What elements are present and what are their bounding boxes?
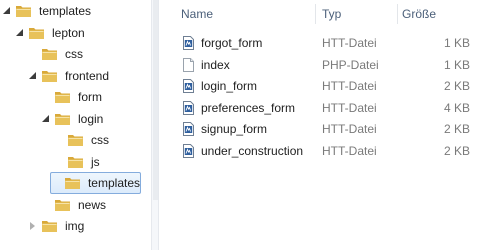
folder-icon — [55, 113, 70, 125]
file-size: 4 KB — [443, 100, 470, 115]
folder-icon — [68, 156, 83, 168]
tree-item-label: login — [78, 111, 104, 126]
column-name[interactable]: Name — [176, 0, 213, 28]
file-type: HTT-Datei — [322, 79, 377, 93]
column-divider[interactable] — [315, 4, 316, 24]
file-row[interactable]: preferences_form HTT-Datei 4 KB — [160, 97, 500, 119]
pane-splitter[interactable] — [151, 0, 159, 250]
folder-icon — [64, 178, 80, 189]
folder-tree: templates lepton css frontend form login css js… — [0, 0, 150, 250]
tree-item-js[interactable]: js — [54, 151, 100, 173]
tree-item-label: form — [78, 90, 102, 104]
folder-icon — [16, 6, 31, 17]
folder-icon — [55, 199, 70, 211]
folder-icon — [42, 221, 57, 232]
file-size: 2 KB — [443, 143, 470, 158]
tree-scrollbar-thumb[interactable] — [153, 0, 158, 200]
php-file-icon — [183, 57, 194, 72]
file-size: 2 KB — [443, 79, 470, 93]
tree-item-label: lepton — [52, 25, 85, 40]
file-name: under_construction — [201, 143, 304, 158]
htt-file-icon — [183, 36, 194, 50]
tree-item-label: img — [65, 219, 85, 233]
tree-item-label: news — [78, 197, 107, 212]
file-row[interactable]: login_form HTT-Datei 2 KB — [160, 75, 500, 97]
tree-item-css[interactable]: css — [28, 43, 83, 65]
folder-icon — [55, 92, 70, 103]
expanded-arrow-icon[interactable] — [41, 114, 51, 124]
file-name: index — [201, 57, 230, 72]
file-row[interactable]: under_construction HTT-Datei 2 KB — [160, 140, 500, 162]
file-type: HTT-Datei — [322, 100, 377, 115]
tree-item-img[interactable]: img — [28, 215, 84, 237]
column-header: Name Typ Größe — [160, 0, 500, 28]
folder-icon — [42, 70, 57, 82]
file-type: PHP-Datei — [322, 57, 379, 72]
tree-item-label: css — [65, 47, 83, 61]
expanded-arrow-icon[interactable] — [2, 6, 12, 16]
file-type: HTT-Datei — [322, 122, 377, 136]
tree-item-lepton[interactable]: lepton — [15, 22, 85, 44]
file-row[interactable]: index PHP-Datei 1 KB — [160, 54, 500, 76]
file-name: login_form — [201, 79, 258, 93]
file-type: HTT-Datei — [322, 36, 377, 50]
folder-icon — [29, 27, 44, 39]
tree-item-label: frontend — [65, 68, 110, 83]
folder-icon — [68, 135, 83, 146]
htt-file-icon — [183, 100, 194, 115]
tree-item-login[interactable]: login — [41, 108, 103, 130]
file-row[interactable]: forgot_form HTT-Datei 1 KB — [160, 32, 500, 54]
tree-item-form[interactable]: form — [41, 86, 102, 108]
file-name: preferences_form — [201, 100, 296, 115]
expanded-arrow-icon[interactable] — [15, 28, 25, 38]
tree-item-label: js — [91, 154, 100, 169]
tree-item-css[interactable]: css — [54, 129, 109, 151]
htt-file-icon — [183, 122, 194, 136]
file-list: Name Typ Größe forgot_form HTT-Datei 1 KB i… — [160, 0, 500, 250]
tree-item-news[interactable]: news — [41, 194, 106, 216]
expanded-arrow-icon[interactable] — [28, 71, 38, 81]
tree-item-templates[interactable]: templates — [50, 172, 141, 194]
file-name: signup_form — [201, 122, 268, 136]
file-size: 1 KB — [443, 36, 470, 50]
file-type: HTT-Datei — [322, 143, 377, 158]
file-size: 1 KB — [443, 57, 470, 72]
tree-item-frontend[interactable]: frontend — [28, 65, 109, 87]
column-type[interactable]: Typ — [317, 0, 341, 28]
htt-file-icon — [183, 79, 194, 93]
tree-item-label: css — [91, 133, 109, 147]
file-row[interactable]: signup_form HTT-Datei 2 KB — [160, 118, 500, 140]
tree-item-label: templates — [87, 176, 140, 190]
file-size: 2 KB — [443, 122, 470, 136]
collapsed-arrow-icon[interactable] — [28, 221, 38, 231]
tree-item-templates[interactable]: templates — [2, 0, 91, 22]
tree-item-label: templates — [39, 4, 92, 18]
file-name: forgot_form — [201, 36, 263, 50]
column-size[interactable]: Größe — [397, 0, 436, 28]
folder-icon — [42, 49, 57, 60]
htt-file-icon — [183, 143, 194, 158]
